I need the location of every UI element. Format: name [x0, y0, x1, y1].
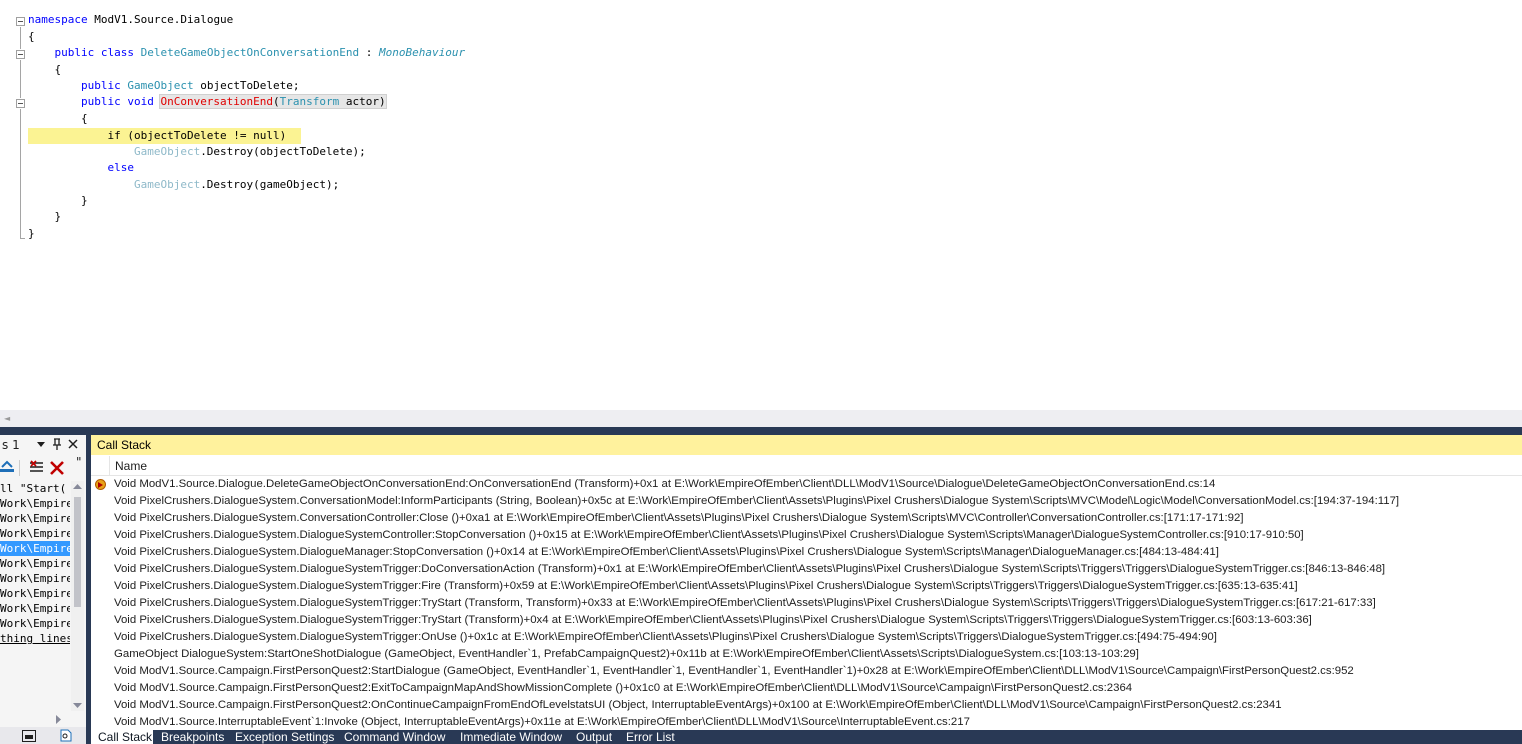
call-stack-row[interactable]: Void ModV1.Source.Campaign.FirstPersonQu…	[91, 680, 1522, 697]
find-results-toolbar: "	[0, 455, 86, 479]
code-line-6: public void OnConversationEnd(Transform …	[28, 94, 387, 109]
find-result-summary[interactable]: thing lines	[0, 631, 70, 646]
call-stack-title-bar: Call Stack	[91, 435, 1522, 455]
find-results-title-bar: s 1	[0, 435, 86, 455]
code-line-14: }	[28, 227, 35, 240]
call-stack-row[interactable]: Void ModV1.Source.Campaign.FirstPersonQu…	[91, 697, 1522, 714]
find-result-row-selected[interactable]: Work\Empire	[0, 541, 70, 556]
code-line-10: else	[28, 161, 134, 174]
collapse-namespace-icon[interactable]	[16, 17, 25, 26]
call-stack-row[interactable]: Void PixelCrushers.DialogueSystem.Dialog…	[91, 629, 1522, 646]
dropdown-arrow-icon[interactable]	[37, 442, 45, 447]
tool-window-tab-strip: Call Stack Breakpoints Exception Setting…	[91, 730, 1522, 744]
collapse-method-icon[interactable]	[16, 99, 25, 108]
find-result-row[interactable]: Work\Empire	[0, 586, 70, 601]
call-stack-row[interactable]: Void PixelCrushers.DialogueSystem.Dialog…	[91, 527, 1522, 544]
find-results-title: s 1	[2, 438, 20, 452]
code-line-3: public class DeleteGameObjectOnConversat…	[28, 46, 466, 59]
find-results-vertical-scrollbar[interactable]	[71, 481, 84, 711]
scrollbar-thumb[interactable]	[74, 497, 81, 607]
outline-guide	[20, 109, 21, 239]
call-stack-row[interactable]: Void ModV1.Source.Campaign.FirstPersonQu…	[91, 663, 1522, 680]
find-result-row[interactable]: Work\Empire	[0, 511, 70, 526]
tab-output[interactable]: Output	[576, 730, 612, 744]
call-stack-column-header[interactable]: Name	[91, 456, 1522, 476]
pin-icon[interactable]	[52, 438, 62, 451]
dock-border	[0, 427, 1522, 435]
call-stack-window[interactable]: Call Stack Name Void ModV1.Source.Dialog…	[91, 435, 1522, 730]
call-stack-row[interactable]: GameObject DialogueSystem:StartOneShotDi…	[91, 646, 1522, 663]
find-result-row[interactable]: ll "Start(	[0, 481, 70, 496]
call-stack-row[interactable]: Void PixelCrushers.DialogueSystem.Dialog…	[91, 612, 1522, 629]
call-stack-row[interactable]: Void PixelCrushers.DialogueSystem.Conver…	[91, 493, 1522, 510]
call-stack-list[interactable]: Void ModV1.Source.Dialogue.DeleteGameObj…	[91, 476, 1522, 730]
call-stack-row[interactable]: Void PixelCrushers.DialogueSystem.Dialog…	[91, 544, 1522, 561]
outline-guide	[20, 60, 21, 98]
call-stack-row[interactable]: Void PixelCrushers.DialogueSystem.Dialog…	[91, 578, 1522, 595]
find-result-row[interactable]: Work\Empire	[0, 526, 70, 541]
code-editor[interactable]: namespace ModV1.Source.Dialogue { public…	[0, 0, 1522, 410]
clear-filter-icon[interactable]	[29, 460, 44, 475]
outline-guide	[20, 27, 21, 49]
tab-exception-settings[interactable]: Exception Settings	[235, 730, 334, 744]
call-stack-row[interactable]: Void PixelCrushers.DialogueSystem.Conver…	[91, 510, 1522, 527]
code-line-8-current: if (objectToDelete != null)	[28, 129, 287, 142]
scroll-right-icon[interactable]	[56, 715, 61, 724]
code-line-12: }	[28, 194, 88, 207]
find-result-row[interactable]: Work\Empire	[0, 616, 70, 631]
call-stack-title: Call Stack	[97, 438, 152, 452]
clear-all-icon[interactable]	[50, 461, 64, 475]
code-line-2: {	[28, 30, 35, 43]
collapse-arrow-icon[interactable]: ◄	[4, 414, 10, 423]
find-result-row[interactable]: Work\Empire	[0, 601, 70, 616]
code-line-11: GameObject.Destroy(gameObject);	[28, 178, 340, 191]
find-result-row[interactable]: Work\Empire	[0, 571, 70, 586]
find-results-bottom-bar	[0, 727, 86, 744]
tab-breakpoints[interactable]: Breakpoints	[161, 730, 224, 744]
toolbar-separator	[19, 460, 20, 476]
horizontal-splitter[interactable]: ◄	[0, 410, 1522, 427]
search-document-icon[interactable]	[60, 729, 72, 742]
tab-error-list[interactable]: Error List	[626, 730, 675, 744]
overflow-indicator[interactable]: "	[76, 455, 82, 469]
call-stack-row-current[interactable]: Void ModV1.Source.Dialogue.DeleteGameObj…	[91, 476, 1522, 493]
code-line-5: public GameObject objectToDelete;	[28, 79, 300, 92]
call-stack-row[interactable]: Void PixelCrushers.DialogueSystem.Dialog…	[91, 561, 1522, 578]
code-line-7: {	[28, 112, 88, 125]
scroll-up-icon[interactable]	[73, 484, 82, 489]
tab-call-stack[interactable]: Call Stack	[91, 730, 153, 744]
find-result-row[interactable]: Work\Empire	[0, 496, 70, 511]
call-stack-row[interactable]: Void ModV1.Source.InterruptableEvent`1:I…	[91, 714, 1522, 730]
code-line-1: namespace ModV1.Source.Dialogue	[28, 13, 234, 26]
code-line-13: }	[28, 210, 62, 223]
call-stack-row[interactable]: Void PixelCrushers.DialogueSystem.Dialog…	[91, 595, 1522, 612]
tab-command-window[interactable]: Command Window	[344, 730, 445, 744]
code-line-4: {	[28, 63, 62, 76]
tab-immediate-window[interactable]: Immediate Window	[460, 730, 562, 744]
close-icon[interactable]	[68, 439, 78, 449]
find-results-list[interactable]: ll "Start( Work\Empire Work\Empire Work\…	[0, 481, 70, 711]
go-to-location-icon[interactable]	[0, 460, 14, 474]
current-frame-arrow-icon	[95, 479, 106, 490]
solution-explorer-icon[interactable]	[22, 730, 36, 742]
collapse-class-icon[interactable]	[16, 50, 25, 59]
find-results-panel[interactable]: s 1 " ll "Start( Work\Empire Work\Empire…	[0, 435, 86, 744]
code-line-9: GameObject.Destroy(objectToDelete);	[28, 145, 366, 158]
column-divider[interactable]	[109, 456, 110, 475]
outline-guide-end	[20, 238, 25, 239]
scroll-down-icon[interactable]	[73, 703, 82, 708]
column-name-header[interactable]: Name	[115, 459, 147, 473]
find-result-row[interactable]: Work\Empire	[0, 556, 70, 571]
